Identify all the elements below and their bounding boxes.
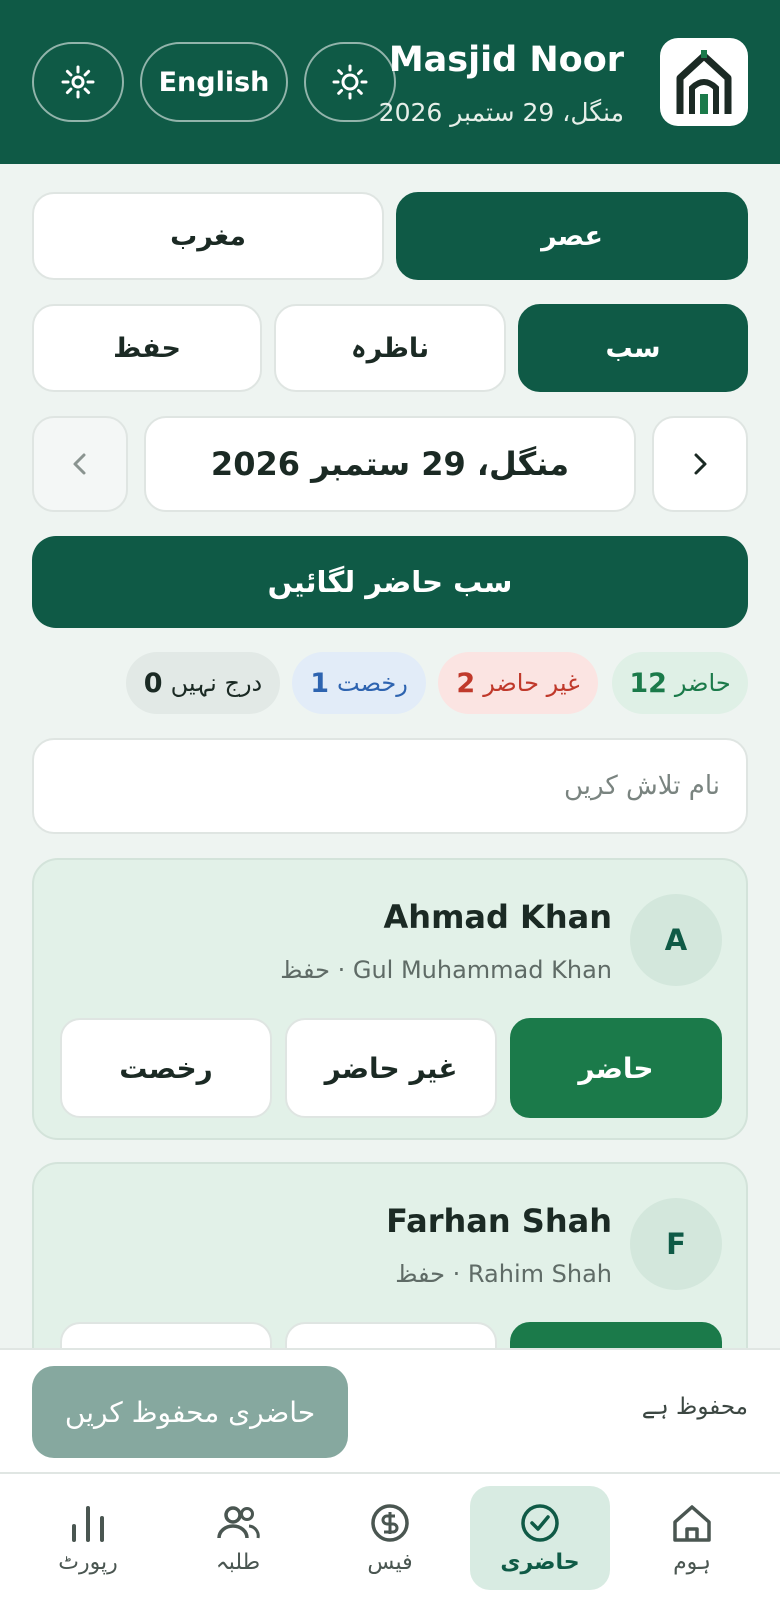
language-button[interactable]: English [140,42,288,122]
previous-day-button[interactable] [32,416,128,512]
selected-date[interactable]: منگل، 29 ستمبر 2026 [144,416,636,512]
bar-chart-icon [72,1505,104,1542]
app-header: Masjid Noor منگل، 29 ستمبر 2026 English [0,0,780,164]
leave-count-value: 1 [310,667,329,699]
app-title: Masjid Noor [388,40,624,80]
tab-students[interactable]: طلبہ [168,1486,308,1590]
theme-toggle-button[interactable] [304,42,396,122]
chevron-left-icon [73,453,86,475]
student-name: Farhan Shah [386,1202,612,1240]
avatar: A [630,894,722,986]
tab-fees[interactable]: فیس [320,1486,460,1590]
student-subtitle: Rahim Shah · حفظ [395,1260,612,1288]
filter-all[interactable]: سب [518,304,748,392]
save-status: محفوظ ہے [641,1394,748,1420]
tab-home[interactable]: ہوم [622,1486,762,1590]
tab-fees-label: فیس [367,1549,413,1575]
student-card: A Ahmad Khan Gul Muhammad Khan · حفظ حاض… [32,858,748,1140]
avatar: F [630,1198,722,1290]
brightness-button[interactable] [32,42,124,122]
tab-reports[interactable]: رپورٹ [18,1486,158,1590]
tab-attendance-label: حاضری [500,1549,580,1575]
sun-icon [332,64,368,100]
filter-hifz[interactable]: حفظ [32,304,262,392]
present-count-value: 12 [629,667,667,699]
header-date: منگل، 29 ستمبر 2026 [378,98,624,127]
student-subtitle: Gul Muhammad Khan · حفظ [280,956,612,984]
brightness-icon [61,65,95,99]
prayer-tab-asr[interactable]: عصر [396,192,748,280]
mark-absent-button[interactable]: غیر حاضر [285,1018,497,1118]
check-circle-icon [521,1503,559,1542]
bottom-tab-bar: ہوم حاضری فیس طلبہ رپورٹ [0,1472,780,1600]
unmarked-count-value: 0 [143,667,163,699]
absent-count-chip: غیر حاضر 2 [438,652,598,714]
chevron-right-icon [694,453,707,475]
mark-leave-button[interactable]: رخصت [60,1018,272,1118]
filter-nazra[interactable]: ناظرہ [274,304,506,392]
users-icon [217,1505,260,1538]
prayer-tab-maghrib[interactable]: مغرب [32,192,384,280]
next-day-button[interactable] [652,416,748,512]
mosque-logo-icon [660,38,748,126]
present-count-chip: حاضر 12 [612,652,748,714]
leave-count-chip: رخصت 1 [292,652,426,714]
tab-home-label: ہوم [673,1549,711,1575]
tab-reports-label: رپورٹ [58,1549,118,1575]
leave-count-label: رخصت [337,669,408,697]
coin-icon [371,1503,409,1542]
save-attendance-button[interactable]: حاضری محفوظ کریں [32,1366,348,1458]
home-icon [673,1504,711,1542]
absent-count-value: 2 [456,667,476,699]
save-bar: حاضری محفوظ کریں محفوظ ہے [0,1348,780,1472]
mark-present-button[interactable]: حاضر [510,1018,722,1118]
unmarked-count-chip: درج نہیں 0 [126,652,280,714]
mark-all-present-button[interactable]: سب حاضر لگائیں [32,536,748,628]
tab-students-label: طلبہ [215,1549,261,1575]
student-name: Ahmad Khan [383,898,612,936]
present-count-label: حاضر [674,669,731,697]
absent-count-label: غیر حاضر [483,669,580,697]
tab-attendance[interactable]: حاضری [470,1486,610,1590]
unmarked-count-label: درج نہیں [170,669,263,697]
search-input[interactable] [32,738,748,834]
